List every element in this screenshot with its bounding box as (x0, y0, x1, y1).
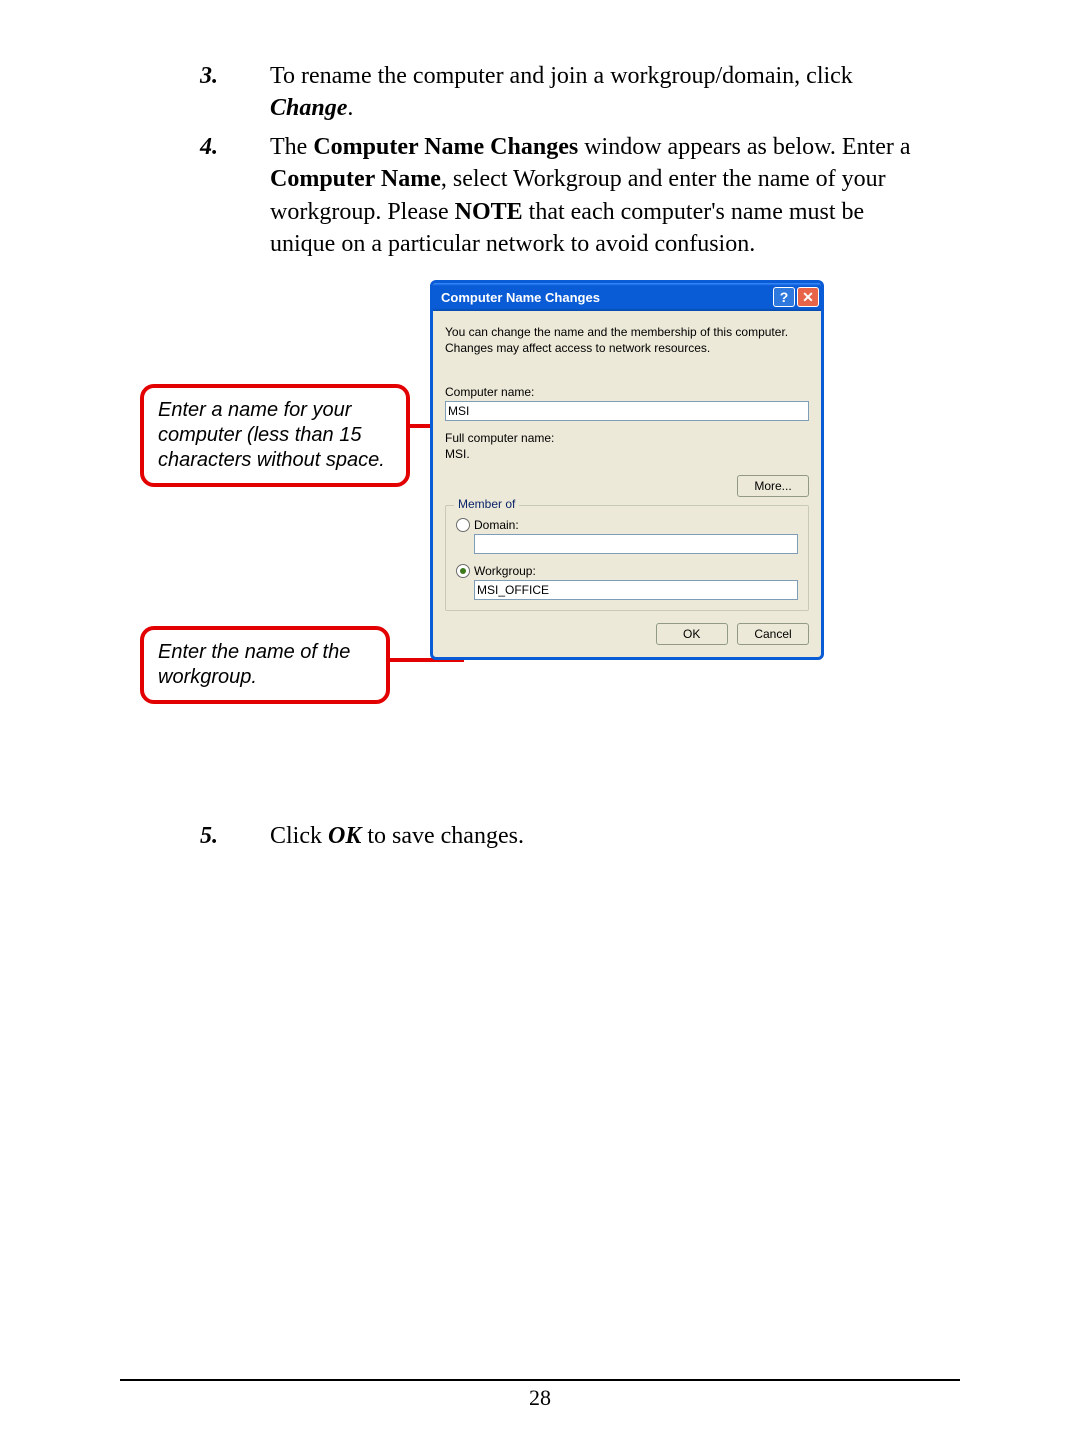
step-4-t1: The (270, 134, 313, 160)
step-4-compname: Computer Name (270, 166, 441, 192)
computer-name-changes-window: Computer Name Changes ? ✕ You can change… (430, 280, 824, 659)
step-5-ok: OK (328, 823, 361, 849)
domain-radio[interactable] (456, 518, 470, 532)
step-3-text-pre: To rename the computer and join a workgr… (270, 63, 853, 89)
full-computer-name-label: Full computer name: (445, 431, 809, 445)
step-5-t1: Click (270, 823, 328, 849)
figure: Enter a name for your computer (less tha… (120, 280, 960, 790)
more-button[interactable]: More... (737, 475, 809, 497)
step-5: 5. Click OK to save changes. (120, 820, 960, 852)
cancel-button[interactable]: Cancel (737, 623, 809, 645)
step-3-text-post: . (347, 95, 353, 121)
computer-name-label: Computer name: (445, 385, 809, 399)
titlebar[interactable]: Computer Name Changes ? ✕ (433, 283, 821, 311)
step-4: 4. The Computer Name Changes window appe… (120, 131, 960, 261)
step-4-number: 4. (120, 131, 260, 261)
step-5-number: 5. (120, 820, 260, 852)
step-4-winname: Computer Name Changes (313, 134, 578, 160)
member-of-group: Member of Domain: Workgroup: (445, 505, 809, 611)
step-4-body: The Computer Name Changes window appears… (260, 131, 960, 261)
callout-computer-name: Enter a name for your computer (less tha… (140, 384, 410, 487)
window-description: You can change the name and the membersh… (445, 325, 809, 356)
footer-rule (120, 1379, 960, 1381)
step-3: 3. To rename the computer and join a wor… (120, 60, 960, 125)
step-5-t2: to save changes. (361, 823, 524, 849)
callout-workgroup: Enter the name of the workgroup. (140, 626, 390, 704)
step-4-t2: window appears as below. Enter a (578, 134, 910, 160)
full-computer-name-value: MSI. (445, 447, 809, 461)
step-3-body: To rename the computer and join a workgr… (260, 60, 960, 125)
help-icon[interactable]: ? (773, 287, 795, 307)
window-title: Computer Name Changes (441, 290, 771, 305)
step-4-note: NOTE (455, 199, 523, 225)
domain-input[interactable] (474, 534, 798, 554)
workgroup-label: Workgroup: (474, 564, 536, 578)
step-3-number: 3. (120, 60, 260, 125)
step-3-change: Change (270, 95, 347, 121)
close-icon[interactable]: ✕ (797, 287, 819, 307)
workgroup-radio[interactable] (456, 564, 470, 578)
workgroup-input[interactable] (474, 580, 798, 600)
member-of-legend: Member of (454, 497, 519, 511)
domain-label: Domain: (474, 518, 519, 532)
step-5-body: Click OK to save changes. (260, 820, 960, 852)
computer-name-input[interactable] (445, 401, 809, 421)
page-number: 28 (0, 1385, 1080, 1411)
ok-button[interactable]: OK (656, 623, 728, 645)
